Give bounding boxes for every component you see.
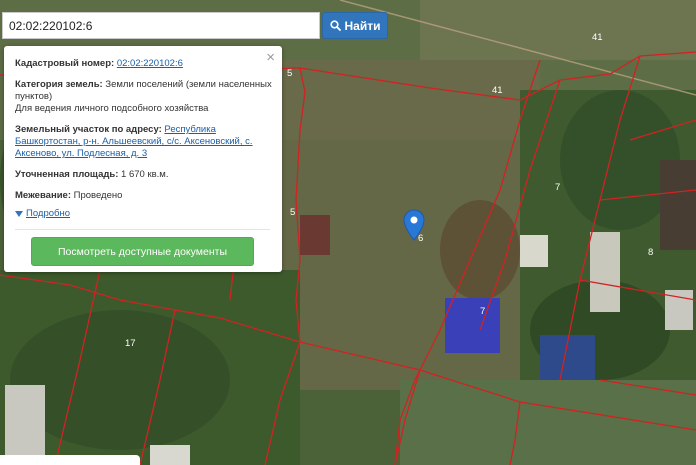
divider	[15, 229, 270, 230]
cadastral-number-link[interactable]: 02:02:220102:6	[117, 58, 183, 69]
search-button-label: Найти	[344, 18, 381, 33]
cadastral-number-row: Кадастровый номер: 02:02:220102:6	[15, 58, 272, 70]
survey-value: Проведено	[73, 190, 123, 201]
close-icon[interactable]: ×	[266, 50, 275, 66]
parcel-label: 41	[492, 85, 503, 96]
parcel-label: 8	[648, 247, 653, 258]
view-documents-button[interactable]: Посмотреть доступные документы	[31, 237, 254, 266]
parcel-label: 5	[290, 207, 295, 218]
caret-down-icon	[15, 211, 23, 217]
parcel-label: 7	[480, 306, 485, 317]
area-row: Уточненная площадь: 1 670 кв.м.	[15, 169, 272, 181]
parcel-info-popup: × Кадастровый номер: 02:02:220102:6 Кате…	[4, 46, 282, 272]
land-category-row: Категория земель: Земли поселений (земли…	[15, 79, 272, 115]
parcel-label: 5	[287, 68, 292, 79]
cadastral-number-label: Кадастровый номер:	[15, 58, 115, 69]
parcel-label: 17	[125, 338, 136, 349]
land-category-label: Категория земель:	[15, 79, 103, 90]
area-value: 1 670 кв.м.	[121, 169, 169, 180]
search-icon	[329, 20, 341, 31]
survey-label: Межевание:	[15, 190, 71, 201]
search-input[interactable]	[2, 12, 320, 39]
scale-control	[0, 455, 140, 465]
area-label: Уточненная площадь:	[15, 169, 119, 180]
parcel-label: 6	[418, 233, 423, 244]
address-label: Земельный участок по адресу:	[15, 124, 162, 135]
search-button[interactable]: Найти	[322, 12, 388, 39]
details-link[interactable]: Подробно	[26, 208, 70, 220]
parcel-label: 41	[592, 32, 603, 43]
land-usage-value: Для ведения личного подсобного хозяйства	[15, 103, 209, 114]
details-toggle[interactable]: Подробно	[15, 208, 272, 220]
parcel-label: 7	[555, 182, 560, 193]
address-row: Земельный участок по адресу: Республика …	[15, 124, 272, 160]
survey-row: Межевание: Проведено	[15, 190, 272, 202]
